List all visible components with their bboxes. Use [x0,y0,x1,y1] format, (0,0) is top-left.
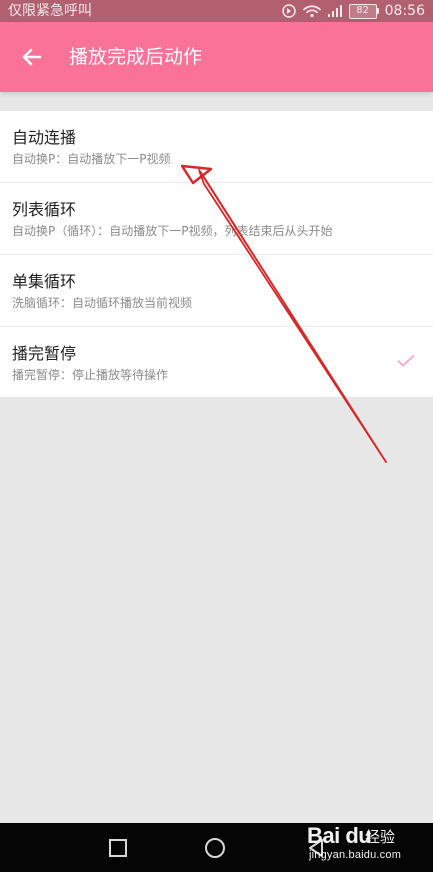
recent-apps-button[interactable] [105,835,131,861]
option-title: 列表循环 [12,200,77,219]
option-title: 自动连播 [12,128,77,147]
option-description: 自动换P（循环）：自动播放下一P视频，列表结束后从头开始 [12,224,333,238]
page-title: 播放完成后动作 [69,46,203,68]
battery-indicator: 82 [348,3,377,19]
option-description: 播完暂停：停止播放等待操作 [12,368,169,382]
carrier-label: 仅限紧急呼叫 [8,3,92,19]
nfc-icon [281,3,297,19]
status-bar: 仅限紧急呼叫 82 08:56 [0,0,433,22]
option-description: 洗脑循环：自动循环播放当前视频 [12,296,193,310]
home-button[interactable] [202,835,228,861]
option-list-loop[interactable]: 列表循环 自动换P（循环）：自动播放下一P视频，列表结束后从头开始 [0,183,433,255]
circle-icon [205,838,225,858]
status-time: 08:56 [384,3,425,19]
option-description: 自动换P：自动播放下一P视频 [12,152,171,166]
wifi-icon [302,4,321,18]
battery-tip [376,8,379,14]
watermark-label: 经验 [365,828,396,846]
option-auto-play[interactable]: 自动连播 自动换P：自动播放下一P视频 [0,111,433,183]
option-single-loop[interactable]: 单集循环 洗脑循环：自动循环播放当前视频 [0,255,433,327]
status-icons: 82 08:56 [281,1,425,21]
signal-icon [327,4,343,18]
option-title: 单集循环 [12,272,77,291]
option-list: 自动连播 自动换P：自动播放下一P视频 列表循环 自动换P（循环）：自动播放下一… [0,111,433,397]
square-icon [109,839,127,857]
back-button[interactable] [10,35,54,79]
watermark-logo: Bai du [307,823,372,848]
check-icon [397,355,415,367]
app-bar: 播放完成后动作 [0,22,433,92]
arrow-left-icon [22,48,42,66]
option-pause-after-play[interactable]: 播完暂停 播完暂停：停止播放等待操作 [0,327,433,397]
baidu-jingyan-watermark: Bai du 经验 jingyan.baidu.com [307,824,425,866]
option-title: 播完暂停 [12,344,77,363]
watermark-url: jingyan.baidu.com [309,849,402,861]
